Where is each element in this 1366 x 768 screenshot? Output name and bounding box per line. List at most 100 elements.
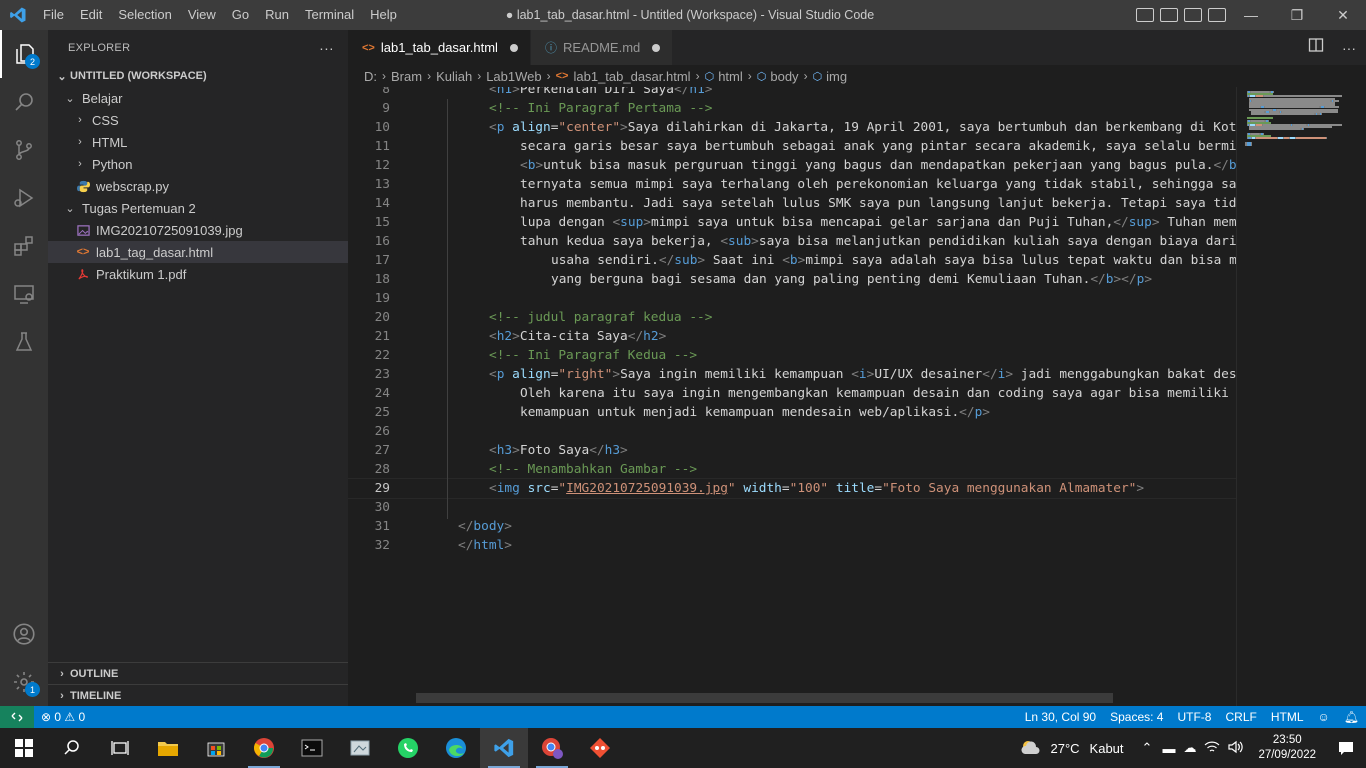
task-view-icon[interactable] [96,728,144,768]
horizontal-scrollbar[interactable] [416,693,1113,703]
timeline-section[interactable]: › TIMELINE [48,684,348,706]
menu-run[interactable]: Run [257,0,297,30]
notifications-bell-icon[interactable]: 🔔︎ [1337,706,1366,728]
explorer-icon[interactable]: 2 [0,30,48,78]
git-gui-icon[interactable] [576,728,624,768]
code-line[interactable]: 25 kemampuan untuk menjadi kemampuan mend… [348,403,1236,422]
problems-indicator[interactable]: ⊗ 0 ⚠ 0 [34,706,92,728]
code-line[interactable]: 29 <img src = "IMG20210725091039.jpg" width… [348,478,1236,499]
workspace-section-header[interactable]: ⌄ UNTITLED (WORKSPACE) [48,65,348,87]
taskbar-search-icon[interactable] [48,728,96,768]
source-control-icon[interactable] [0,126,48,174]
restore-button[interactable]: ❐ [1274,0,1320,30]
language-mode[interactable]: HTML [1264,706,1311,728]
close-button[interactable]: ✕ [1320,0,1366,30]
breadcrumb-lab1web[interactable]: Lab1Web [486,69,541,84]
breadcrumb-bram[interactable]: Bram [391,69,422,84]
code-editor[interactable]: 8 <h1>Perkenalan Diri Saya</h1> 9 <!-- Ini … [348,87,1236,706]
toggle-secondary-sidebar-icon[interactable] [1184,8,1202,22]
menu-view[interactable]: View [180,0,224,30]
tree-item-html[interactable]: › HTML [48,131,348,153]
vscode-logo-icon[interactable] [0,0,35,30]
code-line[interactable]: 30 [348,498,1236,517]
wifi-icon[interactable] [1204,740,1220,757]
tab-lab1-tab-dasar-html[interactable]: <> lab1_tab_dasar.html [348,30,531,65]
split-editor-icon[interactable] [1308,37,1324,58]
menu-selection[interactable]: Selection [110,0,179,30]
code-line[interactable]: 32 </html> [348,536,1236,555]
code-line[interactable]: 26 [348,422,1236,441]
code-line[interactable]: 24 Oleh karena itu saya ingin mengembangk… [348,384,1236,403]
onedrive-cloud-icon[interactable]: ☁ [1183,740,1196,756]
remote-explorer-icon[interactable] [0,270,48,318]
tray-chevron-up-icon[interactable]: ⌃ [1142,740,1153,756]
code-line[interactable]: 22 <!-- Ini Paragraf Kedua --> [348,346,1236,365]
code-line[interactable]: 20 <!-- judul paragraf kedua --> [348,308,1236,327]
weather-description[interactable]: Kabut [1090,741,1124,756]
code-line[interactable]: 18 yang berguna bagi sesama dan yang pali… [348,270,1236,289]
tree-item-css[interactable]: › CSS [48,109,348,131]
tree-item-webscrap-py[interactable]: webscrap.py [48,175,348,197]
code-line[interactable]: 28 <!-- Menambahkan Gambar --> [348,460,1236,479]
whatsapp-icon[interactable] [384,728,432,768]
file-explorer-icon[interactable] [144,728,192,768]
microsoft-store-icon[interactable] [192,728,240,768]
vscode-taskbar-icon[interactable] [480,728,528,768]
code-line[interactable]: 17 usaha sendiri.</sub> Saat ini <b>mimpi… [348,251,1236,270]
code-line[interactable]: 14 harus membantu. Jadi saya setelah lulu… [348,194,1236,213]
breadcrumb-html[interactable]: html [718,69,743,84]
menu-file[interactable]: File [35,0,72,30]
more-actions-button[interactable]: ··· [319,40,334,56]
breadcrumb-d-[interactable]: D: [364,69,377,84]
accounts-icon[interactable] [0,610,48,658]
code-line[interactable]: 19 [348,289,1236,308]
code-line[interactable]: 13 ternyata semua mimpi saya terhalang ol… [348,175,1236,194]
end-of-line[interactable]: CRLF [1218,706,1263,728]
weather-temperature[interactable]: 27°C [1051,741,1080,756]
code-line[interactable]: 10 <p align="center">Saya dilahirkan di J… [348,118,1236,137]
code-line[interactable]: 8 <h1>Perkenalan Diri Saya</h1> [348,87,1236,99]
code-line[interactable]: 11 secara garis besar saya bertumbuh seba… [348,137,1236,156]
code-line[interactable]: 12 < b >untuk bisa masuk perguruan tinggi y… [348,156,1236,175]
tree-item-tugas-pertemuan-2[interactable]: ⌄ Tugas Pertemuan 2 [48,197,348,219]
tab-readme-md[interactable]: ⓘ README.md [530,30,674,65]
code-line[interactable]: 23 <p align="right">Saya ingin memiliki k… [348,365,1236,384]
code-line[interactable]: 31 </body> [348,517,1236,536]
feedback-icon[interactable]: ☺ [1311,706,1337,728]
breadcrumb-body[interactable]: body [770,69,798,84]
menu-go[interactable]: Go [224,0,257,30]
unsaved-dot-icon[interactable] [652,43,661,52]
manage-gear-icon[interactable]: 1 [0,658,48,706]
unsaved-dot-icon[interactable] [509,43,518,52]
tree-item-lab1-tag-dasar-html[interactable]: <> lab1_tag_dasar.html [48,241,348,263]
breadcrumb-kuliah[interactable]: Kuliah [436,69,472,84]
volume-icon[interactable] [1228,740,1244,757]
menu-help[interactable]: Help [362,0,405,30]
breadcrumb-lab1-tab-dasar-html[interactable]: lab1_tab_dasar.html [573,69,690,84]
code-line[interactable]: 16 tahun kedua saya bekerja, <sub>saya bi… [348,232,1236,251]
minimize-button[interactable]: — [1228,0,1274,30]
tree-item-img20210725091039-jpg[interactable]: IMG20210725091039.jpg [48,219,348,241]
menu-edit[interactable]: Edit [72,0,110,30]
toggle-panel-icon[interactable] [1160,8,1178,22]
notification-center-icon[interactable] [1326,741,1366,756]
code-line[interactable]: 15 lupa dengan <sup>mimpi saya untuk bisa… [348,213,1236,232]
network-tray-icon[interactable]: ▬ [1162,741,1175,756]
outline-section[interactable]: › OUTLINE [48,662,348,684]
indentation[interactable]: Spaces: 4 [1103,706,1170,728]
weather-cloud-icon[interactable] [1019,738,1043,759]
run-debug-icon[interactable] [0,174,48,222]
code-line[interactable]: 9 <!-- Ini Paragraf Pertama --> [348,99,1236,118]
customize-layout-icon[interactable] [1208,8,1226,22]
terminal-icon[interactable] [288,728,336,768]
chrome-profile-icon[interactable] [528,728,576,768]
more-actions-icon[interactable]: ··· [1342,40,1356,56]
snipping-tool-icon[interactable] [336,728,384,768]
tree-item-belajar[interactable]: ⌄ Belajar [48,87,348,109]
tree-item-praktikum-1-pdf[interactable]: Praktikum 1.pdf [48,263,348,285]
encoding[interactable]: UTF-8 [1170,706,1218,728]
menu-terminal[interactable]: Terminal [297,0,362,30]
breadcrumb-img[interactable]: img [826,69,847,84]
windows-start-icon[interactable] [0,728,48,768]
minimap[interactable] [1236,87,1366,706]
